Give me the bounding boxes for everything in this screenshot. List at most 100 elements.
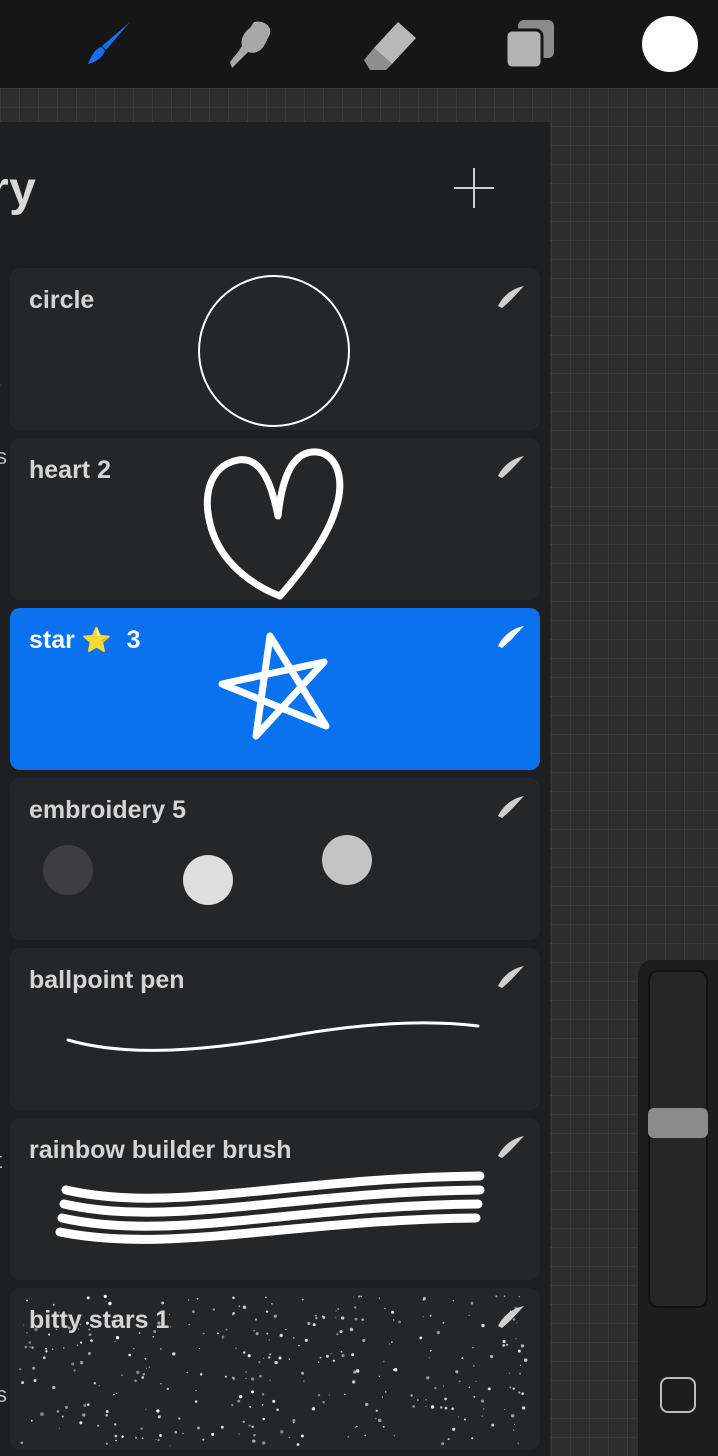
brush-size-slider-thumb[interactable]	[648, 1108, 708, 1138]
star-speck	[378, 1297, 380, 1299]
star-speck	[231, 1376, 234, 1379]
star-speck	[222, 1338, 224, 1340]
star-speck	[518, 1391, 521, 1394]
eraser-icon[interactable]	[360, 14, 420, 74]
brush-item-embroidery-5[interactable]: embroidery 5	[10, 778, 540, 940]
star-speck	[458, 1380, 461, 1383]
star-speck	[45, 1350, 48, 1353]
star-speck	[470, 1301, 474, 1305]
brush-item-star-3[interactable]: star ⭐ 3	[10, 608, 540, 770]
star-speck	[105, 1410, 109, 1413]
panel-title-text: ry	[0, 163, 37, 216]
star-speck	[412, 1405, 416, 1408]
star-speck	[152, 1335, 155, 1338]
star-speck	[108, 1301, 112, 1306]
star-speck	[315, 1317, 318, 1320]
layers-icon[interactable]	[500, 14, 560, 74]
star-speck	[115, 1392, 118, 1395]
star-speck	[87, 1403, 90, 1406]
star-speck	[273, 1314, 277, 1318]
star-speck	[33, 1379, 37, 1383]
star-speck	[271, 1302, 273, 1305]
star-speck	[159, 1347, 162, 1350]
star-speck	[142, 1373, 146, 1376]
star-speck	[340, 1316, 345, 1320]
star-speck	[245, 1371, 247, 1373]
star-speck	[326, 1354, 329, 1358]
star-speck	[266, 1332, 269, 1335]
brush-size-slider[interactable]	[648, 970, 708, 1308]
star-speck	[202, 1438, 205, 1441]
brush-item-bitty-stars-1[interactable]: bitty stars 1	[10, 1288, 540, 1450]
star-speck	[318, 1361, 320, 1363]
star-speck	[172, 1352, 176, 1356]
star-speck	[322, 1400, 325, 1404]
star-speck	[192, 1310, 195, 1314]
star-speck	[491, 1423, 495, 1427]
star-speck	[390, 1341, 393, 1343]
star-speck	[301, 1371, 305, 1375]
star-speck	[426, 1376, 430, 1380]
star-speck	[194, 1400, 198, 1403]
brush-item-ballpoint-pen[interactable]: ballpoint pen	[10, 948, 540, 1110]
star-speck	[468, 1314, 470, 1317]
brush-label: bitty stars 1	[29, 1306, 170, 1334]
brush-label: heart 2	[29, 456, 111, 484]
star-speck	[382, 1425, 385, 1428]
star-speck	[265, 1310, 269, 1313]
star-speck	[419, 1336, 423, 1340]
star-speck	[483, 1408, 485, 1410]
brush-item-rainbow-builder-brush[interactable]: rainbow builder brush	[10, 1118, 540, 1280]
star-speck	[251, 1425, 254, 1429]
star-speck	[274, 1360, 278, 1365]
star-speck	[115, 1335, 120, 1340]
star-speck	[238, 1394, 243, 1399]
star-speck	[30, 1419, 33, 1422]
star-speck	[26, 1299, 29, 1302]
star-speck	[141, 1376, 145, 1379]
star-speck	[83, 1403, 87, 1407]
star-speck	[351, 1353, 355, 1357]
star-speck	[472, 1346, 474, 1349]
star-speck	[140, 1427, 143, 1430]
star-speck	[263, 1357, 265, 1359]
smudge-icon[interactable]	[220, 14, 280, 74]
star-speck	[79, 1360, 84, 1365]
star-speck	[356, 1370, 360, 1373]
star-speck	[441, 1442, 445, 1446]
paintbrush-icon[interactable]	[78, 14, 138, 74]
star-speck	[378, 1375, 380, 1378]
star-speck	[393, 1319, 395, 1321]
star-speck	[417, 1399, 419, 1401]
star-speck	[105, 1442, 108, 1445]
side-mark: s	[0, 444, 7, 469]
star-speck	[384, 1391, 387, 1393]
brush-item-circle[interactable]: circle	[10, 268, 540, 430]
brush-item-heart-2[interactable]: heart 2	[10, 438, 540, 600]
star-speck	[352, 1380, 356, 1384]
star-speck	[224, 1375, 227, 1378]
brush-stroke-icon	[496, 1132, 526, 1162]
star-speck	[288, 1358, 291, 1360]
star-speck	[64, 1405, 68, 1409]
star-speck	[468, 1386, 470, 1388]
star-speck	[354, 1306, 357, 1309]
star-speck	[444, 1406, 448, 1410]
star-speck	[166, 1387, 170, 1391]
star-speck	[237, 1399, 241, 1403]
star-speck	[451, 1407, 454, 1410]
star-speck	[362, 1338, 366, 1342]
star-speck	[508, 1372, 510, 1374]
star-speck	[517, 1442, 520, 1445]
star-speck	[304, 1338, 308, 1342]
add-brush-button[interactable]	[452, 166, 496, 210]
star-speck	[202, 1332, 205, 1335]
color-picker-button[interactable]	[642, 16, 698, 72]
star-speck	[513, 1429, 515, 1431]
modify-button[interactable]	[660, 1377, 696, 1413]
star-speck	[410, 1394, 413, 1397]
star-speck	[73, 1369, 76, 1372]
side-mark: t	[0, 1148, 2, 1174]
star-speck	[243, 1351, 246, 1354]
star-speck	[292, 1421, 295, 1424]
